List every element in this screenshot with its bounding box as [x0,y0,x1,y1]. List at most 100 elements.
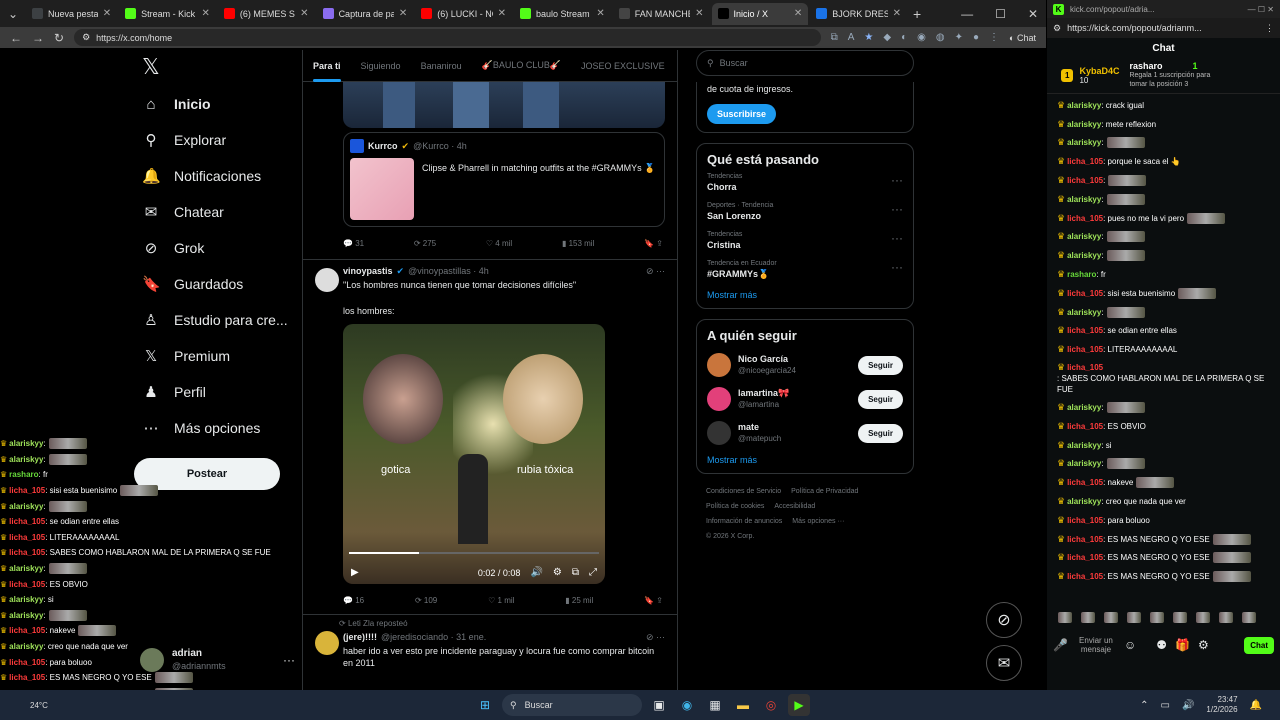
chat-username[interactable]: rasharo [9,470,38,479]
quoted-post[interactable]: Kurrco ✔ @Kurrco · 4h Clipse & Pharrell in… [343,132,665,227]
tab-close-icon[interactable]: ✕ [695,8,703,19]
follow-button[interactable]: Seguir [858,389,903,409]
trend-item[interactable]: Tendencia en Ecuador #GRAMMYs🏅 ··· [707,260,903,280]
chat-username[interactable]: alariskyy [9,611,43,620]
subscribe-button[interactable]: Suscribirse [707,104,777,124]
search-input[interactable]: ⚲ Buscar [696,50,914,76]
tab-close-icon[interactable]: ✕ [201,8,209,19]
bookmark-icon[interactable]: 🔖 ⇪ [644,596,663,605]
reply-button[interactable]: 💬 31 [343,239,364,248]
browser-tab[interactable]: (6) MEMES SAD # ✕ [218,3,315,25]
volume-icon[interactable]: 🔊 [530,567,542,578]
chat-username[interactable]: alariskyy [1067,100,1101,111]
chat-username[interactable]: alariskyy [9,642,43,651]
feed-tab[interactable]: Siguiendo [361,61,401,71]
emote[interactable] [1081,611,1095,623]
bookmark-icon[interactable]: 🔖 ⇪ [644,239,663,248]
reload-icon[interactable]: ↻ [54,31,64,45]
follow-button[interactable]: Seguir [858,355,903,375]
nav-item-inicio[interactable]: ⌂ Inicio [142,86,300,122]
chat-username[interactable]: licha_105 [1067,325,1103,336]
browser-tab[interactable]: baulo Stream - Wa ✕ [514,3,611,25]
emote[interactable] [1219,611,1233,623]
chat-username[interactable]: alariskyy [9,564,43,573]
tab-list-icon[interactable]: ⌄ [0,3,26,25]
star-icon[interactable]: ★ [864,32,873,43]
extension-icon[interactable]: ◐ [901,32,907,43]
browser-tab[interactable]: (6) LUCKI - NO WI ✕ [415,3,512,25]
chat-username[interactable]: alariskyy [1067,231,1101,242]
follow-suggestion[interactable]: Nico García @nicoegarcia24 Seguir [707,353,903,377]
users-icon[interactable]: ⚉ [1156,638,1167,652]
browser-tab[interactable]: Inicio / X ✕ [711,2,809,25]
like-button[interactable]: ♡ 1 mil [488,596,514,605]
tab-close-icon[interactable]: ✕ [498,8,506,19]
x-logo-icon[interactable]: 𝕏 [130,50,300,86]
gift-icon[interactable]: 🎁 [1175,638,1190,652]
browser-tab[interactable]: Captura de pantalla ✕ [317,3,414,25]
feed-tab[interactable]: Para ti [313,61,341,82]
chat-username[interactable]: licha_105 [9,673,45,682]
feed-tab[interactable]: Bananirou [421,61,462,71]
chat-username[interactable]: licha_105 [9,626,45,635]
more-icon[interactable]: ··· [891,260,903,280]
chat-username[interactable]: licha_105 [9,533,45,542]
explorer-icon[interactable]: ▬ [732,694,754,716]
chat-input[interactable]: Enviar un mensaje [1076,636,1116,654]
chat-username[interactable]: licha_105 [9,486,45,495]
emote[interactable] [1127,611,1141,623]
footer-link[interactable]: © 2026 X Corp. [706,529,754,544]
close-window-icon[interactable]: ✕ [1028,7,1038,21]
follow-suggestion[interactable]: lamartina🎀 @lamartina Seguir [707,387,903,411]
tab-close-icon[interactable]: ✕ [596,8,604,19]
start-icon[interactable]: ⊞ [474,694,496,716]
emote[interactable] [1150,611,1164,623]
repost-button[interactable]: ⟳ 109 [415,596,437,605]
nav-item-notificaciones[interactable]: 🔔 Notificaciones [142,158,300,194]
chat-username[interactable]: licha_105 [1067,534,1103,545]
chat-username[interactable]: licha_105 [9,580,45,589]
emote[interactable] [1104,611,1118,623]
emote[interactable] [1058,611,1072,623]
nav-item-estudio-para-cre-[interactable]: ♙ Estudio para cre... [142,302,300,338]
site-info-icon[interactable]: ⚙ [82,32,90,43]
new-tab-button[interactable]: + [913,6,921,22]
chat-username[interactable]: licha_105 [1067,421,1103,432]
kick-url-bar[interactable]: ⚙ https://kick.com/popout/adrianm... ⋮ [1047,18,1280,38]
network-icon[interactable]: ▭ [1161,700,1170,711]
chat-username[interactable]: licha_105 [1067,362,1103,373]
browser-tab[interactable]: BJORK DRESS - Bu ✕ [810,3,907,25]
footer-link[interactable]: Condiciones de Servicio [706,484,781,499]
menu-icon[interactable]: ⋮ [1265,23,1274,34]
menu-icon[interactable]: ⋮ [989,32,999,43]
footer-link[interactable]: Política de Privacidad [791,484,858,499]
translate-icon[interactable]: A [848,32,855,43]
extension-icon[interactable]: ◉ [917,32,926,43]
like-button[interactable]: ♡ 4 mil [486,239,512,248]
chrome-icon[interactable]: ◎ [760,694,782,716]
views-button[interactable]: ▮ 153 mil [562,239,594,248]
reply-button[interactable]: 💬 16 [343,596,364,605]
tray-chevron-icon[interactable]: ⌃ [1140,700,1148,711]
emote[interactable] [1173,611,1187,623]
mic-icon[interactable]: 🎤 [1053,638,1068,652]
footer-link[interactable]: Más opciones ··· [792,514,844,529]
follow-suggestion[interactable]: mate @matepuch Seguir [707,421,903,445]
chat-username[interactable]: alariskyy [9,455,43,464]
tab-close-icon[interactable]: ✕ [399,8,407,19]
chat-username[interactable]: licha_105 [1067,477,1103,488]
profile-avatar[interactable]: ● [973,32,979,43]
fullscreen-icon[interactable]: ⤢ [589,567,597,578]
chat-username[interactable]: alariskyy [9,595,43,604]
puzzle-icon[interactable]: ✦ [955,32,963,43]
views-button[interactable]: ▮ 25 mil [565,596,593,605]
feed-tab[interactable]: JOSEO EXCLUSIVE [581,61,665,71]
chat-username[interactable]: licha_105 [1067,552,1103,563]
emote[interactable] [1242,611,1256,623]
tab-close-icon[interactable]: ✕ [893,8,901,19]
post[interactable]: ⟳ Leti Zla reposteó (jere)!!!! @jeredisoc… [303,615,677,673]
more-icon[interactable]: ··· [891,202,903,221]
settings-icon[interactable]: ⚙ [553,567,562,578]
forward-icon[interactable]: → [32,31,44,45]
footer-link[interactable]: Política de cookies [706,499,764,514]
